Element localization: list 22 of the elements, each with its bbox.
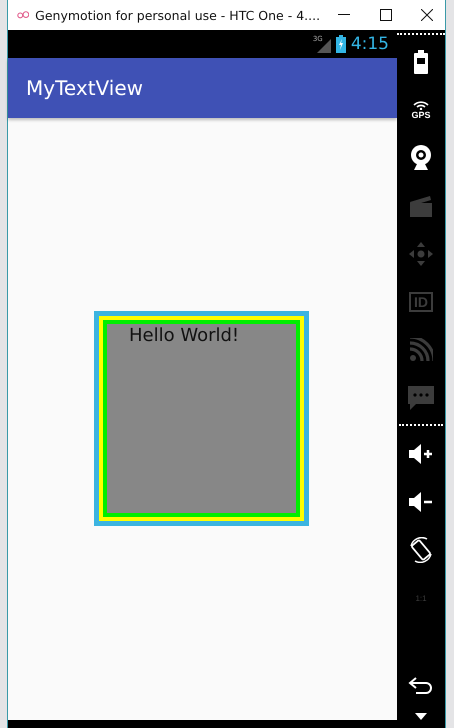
maximize-icon (380, 9, 392, 21)
rss-icon (409, 338, 433, 362)
minimize-icon (338, 14, 350, 16)
message-icon (408, 386, 434, 410)
app-title: MyTextView (26, 76, 144, 100)
clapperboard-icon (409, 195, 433, 217)
back-icon (408, 676, 434, 694)
dpad-icon (408, 241, 434, 267)
battery-icon (336, 35, 346, 53)
battery-icon (414, 50, 428, 74)
volume-down-icon (408, 491, 434, 513)
wifi-icon (412, 100, 430, 110)
rotate-icon (408, 537, 434, 563)
close-icon (421, 9, 434, 21)
logo-icon (17, 10, 30, 20)
clock-time: 4:15 (350, 34, 389, 54)
window-title: Genymotion for personal use - HTC One - 4.... (35, 8, 320, 22)
gps-button[interactable]: GPS (401, 86, 441, 134)
webcam-icon (409, 145, 433, 171)
caret-icon (415, 712, 427, 720)
hello-text: Hello World! (129, 325, 240, 346)
volume-up-icon (408, 443, 434, 465)
